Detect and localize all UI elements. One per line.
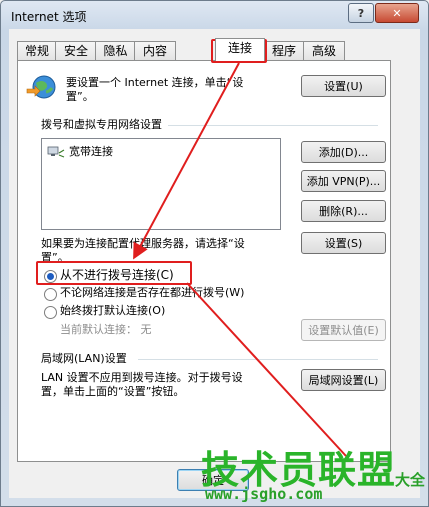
internet-options-window: Internet 选项 ? ✕ 常规 安全 隐私 内容 连接 程序 高级 要设置… [0,0,429,507]
arrow-option-to-watermark [186,282,347,457]
arrow-tab-to-option [133,62,240,260]
tab-connections[interactable]: 连接 [215,38,265,61]
watermark-url: www.jsgho.com [205,485,323,503]
annotation-arrows [133,62,347,457]
watermark-suffix: 大全 [395,471,426,489]
